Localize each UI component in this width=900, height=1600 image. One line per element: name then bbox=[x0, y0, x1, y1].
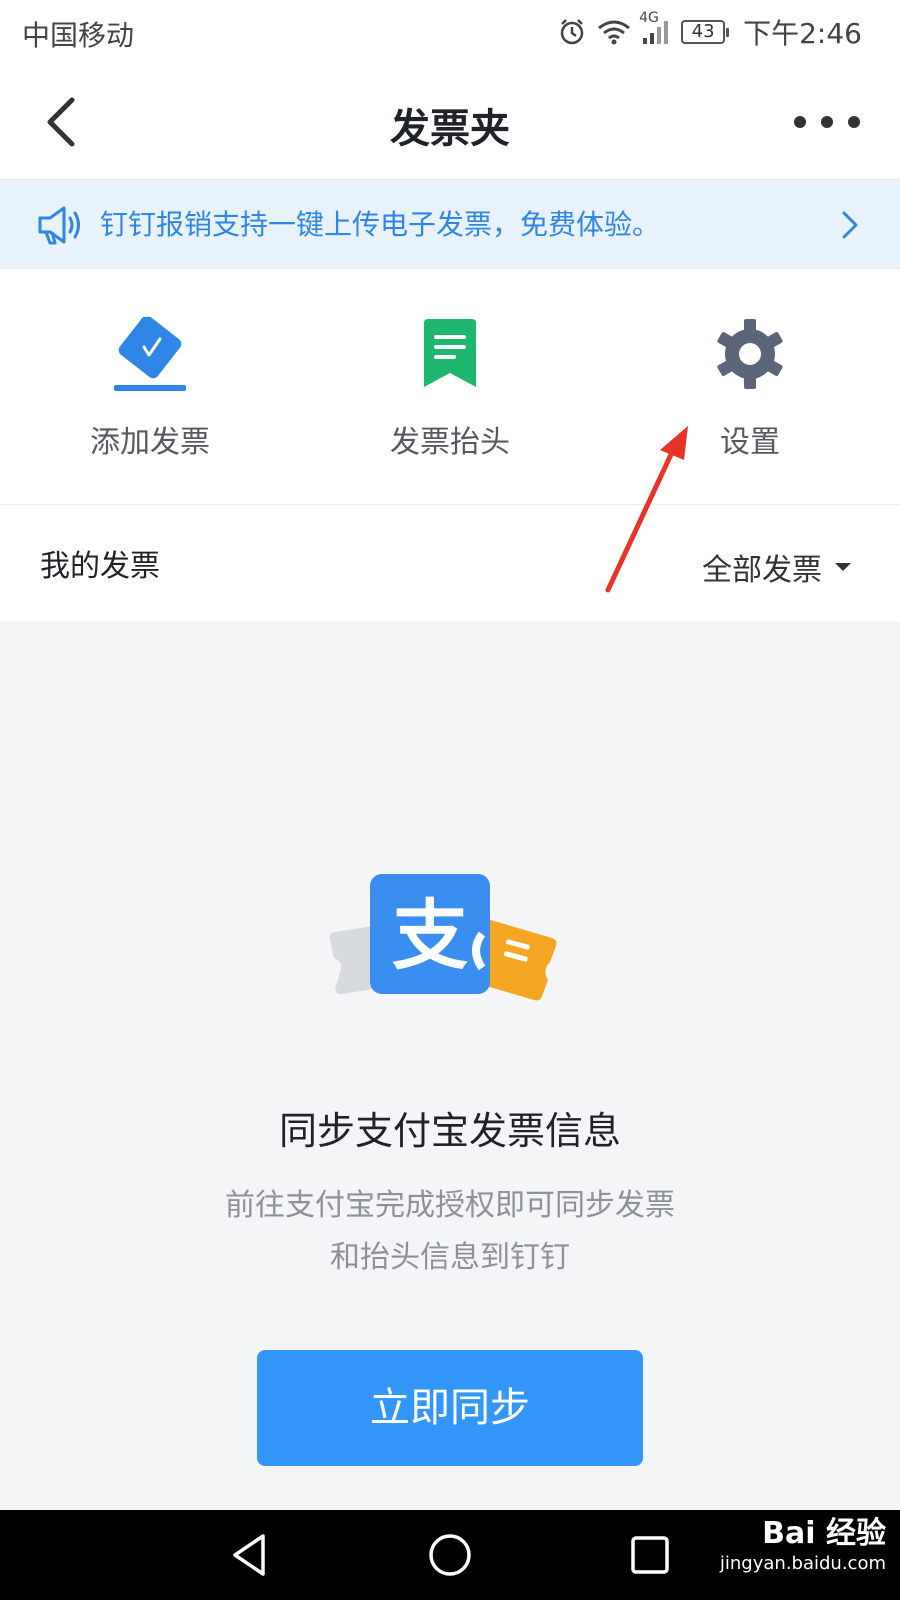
add-invoice-icon bbox=[114, 317, 186, 391]
page-title: 发票夹 bbox=[390, 106, 510, 152]
megaphone-icon bbox=[38, 206, 80, 245]
caret-down-icon bbox=[835, 563, 851, 571]
status-indicators: 4G 43 下午2:46 bbox=[557, 10, 862, 52]
empty-state-desc-line1: 前往支付宝完成授权即可同步发票 bbox=[225, 1188, 675, 1223]
chevron-right-icon bbox=[842, 211, 858, 239]
alipay-sync-illustration: 支 bbox=[329, 874, 557, 1001]
sync-now-button[interactable]: 立即同步 bbox=[257, 1350, 643, 1466]
empty-state-desc-line2: 和抬头信息到钉钉 bbox=[330, 1240, 570, 1275]
clock: 下午2:46 bbox=[743, 17, 862, 50]
watermark-main: Bai 经验 bbox=[762, 1516, 886, 1551]
system-nav-bar: Bai 经验 jingyan.baidu.com bbox=[0, 1510, 900, 1600]
settings-action[interactable]: 设置 bbox=[600, 269, 900, 505]
more-options-button[interactable] bbox=[794, 104, 860, 140]
promo-banner[interactable]: 钉钉报销支持一键上传电子发票，免费体验。 bbox=[0, 181, 900, 269]
invoice-title-label: 发票抬头 bbox=[390, 425, 510, 460]
nav-recents-icon[interactable] bbox=[625, 1530, 675, 1580]
more-dot-icon bbox=[794, 116, 806, 128]
signal-icon: 4G bbox=[639, 10, 671, 46]
filter-label: 全部发票 bbox=[702, 553, 822, 588]
add-invoice-label: 添加发票 bbox=[90, 425, 210, 460]
quick-actions: 添加发票 发票抬头 设置 bbox=[0, 269, 900, 505]
battery-indicator: 43 bbox=[681, 20, 730, 44]
more-dot-icon bbox=[848, 116, 860, 128]
more-dot-icon bbox=[821, 116, 833, 128]
carrier-name: 中国移动 bbox=[22, 19, 135, 52]
empty-state-title: 同步支付宝发票信息 bbox=[278, 1109, 621, 1153]
nav-back-icon[interactable] bbox=[225, 1530, 275, 1580]
invoice-title-icon bbox=[424, 319, 476, 387]
status-bar: 中国移动 4G 43 下午2:46 bbox=[0, 0, 900, 62]
settings-label: 设置 bbox=[720, 425, 780, 460]
nav-home-icon[interactable] bbox=[425, 1530, 475, 1580]
section-title: 我的发票 bbox=[40, 549, 160, 584]
add-invoice-action[interactable]: 添加发票 bbox=[0, 269, 300, 505]
invoice-filter-dropdown[interactable]: 全部发票 bbox=[702, 545, 852, 589]
invoice-title-action[interactable]: 发票抬头 bbox=[300, 269, 600, 505]
alarm-icon bbox=[557, 17, 587, 47]
watermark-sub: jingyan.baidu.com bbox=[719, 1553, 886, 1574]
network-type: 4G bbox=[639, 10, 659, 26]
my-invoices-header: 我的发票 全部发票 bbox=[0, 505, 900, 621]
banner-text: 钉钉报销支持一键上传电子发票，免费体验。 bbox=[100, 208, 661, 241]
alipay-glyph: 支 bbox=[392, 891, 468, 980]
wifi-icon bbox=[597, 18, 631, 46]
nav-header: 发票夹 bbox=[0, 62, 900, 180]
gear-icon bbox=[717, 319, 783, 389]
baidu-watermark: Bai 经验 jingyan.baidu.com bbox=[720, 1516, 886, 1576]
